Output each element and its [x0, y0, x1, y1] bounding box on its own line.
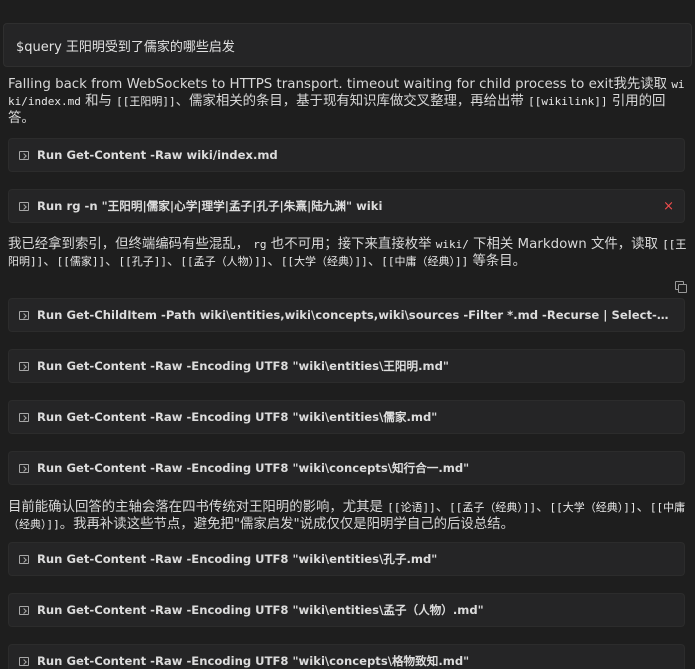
- agent-transcript: $query 王阳明受到了儒家的哪些启发 Falling back from W…: [0, 0, 695, 669]
- run-command-zhixingheyi[interactable]: Run Get-Content -Raw -Encoding UTF8 "wik…: [8, 451, 685, 485]
- run-command-gewuzhizhi[interactable]: Run Get-Content -Raw -Encoding UTF8 "wik…: [8, 644, 685, 669]
- message-text: 、: [43, 254, 57, 269]
- run-command-wangyangming[interactable]: Run Get-Content -Raw -Encoding UTF8 "wik…: [8, 349, 685, 383]
- inline-code: [[孟子（经典）]]: [449, 501, 537, 514]
- terminal-icon: [19, 605, 29, 615]
- message-text: 。我再补读这些节点，避免把"儒家启发"说成仅仅是阳明学自己的后设总结。: [59, 517, 514, 532]
- message-text: 、: [536, 500, 550, 515]
- query-message: $query 王阳明受到了儒家的哪些启发: [3, 23, 692, 67]
- message-text: 、儒家相关的条目，基于现有知识库做交叉整理，再给出带: [175, 94, 529, 109]
- command-text: Run Get-Content -Raw -Encoding UTF8 "wik…: [37, 603, 484, 617]
- terminal-icon: [19, 310, 29, 320]
- command-text: Run Get-Content -Raw -Encoding UTF8 "wik…: [37, 461, 470, 475]
- inline-code: [[大学（经典）]]: [280, 255, 368, 268]
- command-text: Run Get-Content -Raw -Encoding UTF8 "wik…: [37, 410, 438, 424]
- copy-icon[interactable]: [675, 281, 687, 293]
- terminal-icon: [19, 361, 29, 371]
- inline-code: wiki/: [435, 238, 469, 251]
- inline-code: [[大学（经典）]]: [549, 501, 637, 514]
- message-text: 、: [367, 254, 382, 269]
- message-text: 、: [167, 254, 181, 269]
- terminal-icon: [19, 656, 29, 666]
- message-text: 、: [435, 500, 450, 515]
- run-command-kongzi[interactable]: Run Get-Content -Raw -Encoding UTF8 "wik…: [8, 542, 685, 576]
- terminal-icon: [19, 412, 29, 422]
- terminal-icon: [19, 150, 29, 160]
- inline-code: [[孔子]]: [118, 255, 168, 268]
- message-text: 下相关 Markdown 文件，读取: [468, 237, 663, 252]
- inline-code: [[wikilink]]: [528, 95, 608, 108]
- message-text: 、: [267, 254, 281, 269]
- inline-code: [[孟子（人物）]]: [180, 255, 268, 268]
- close-icon[interactable]: ×: [663, 199, 674, 214]
- command-text: Run Get-Content -Raw -Encoding UTF8 "wik…: [37, 654, 470, 668]
- message-text: 、: [105, 254, 119, 269]
- command-text: Run rg -n "王阳明|儒家|心学|理学|孟子|孔子|朱熹|陆九渊" wi…: [37, 199, 383, 213]
- assistant-message-3: 目前能确认回答的主轴会落在四书传统对王阳明的影响，尤其是 [[论语]]、[[孟子…: [8, 499, 688, 533]
- inline-code: rg: [253, 238, 267, 251]
- command-text: Run Get-Content -Raw wiki/index.md: [37, 148, 278, 162]
- inline-code: [[论语]]: [387, 501, 436, 514]
- command-text: Run Get-Content -Raw -Encoding UTF8 "wik…: [37, 552, 438, 566]
- run-command-rg[interactable]: Run rg -n "王阳明|儒家|心学|理学|孟子|孔子|朱熹|陆九渊" wi…: [8, 189, 685, 223]
- message-text: 和与: [80, 94, 117, 109]
- run-command-rujia[interactable]: Run Get-Content -Raw -Encoding UTF8 "wik…: [8, 400, 685, 434]
- command-text: Run Get-ChildItem -Path wiki\entities,wi…: [37, 308, 674, 322]
- assistant-message-1: Falling back from WebSockets to HTTPS tr…: [8, 76, 688, 127]
- message-text: 目前能确认回答的主轴会落在四书传统对王阳明的影响，尤其是: [8, 500, 388, 515]
- inline-code: [[王阳明]]: [116, 95, 176, 108]
- command-text: Run Get-Content -Raw -Encoding UTF8 "wik…: [37, 359, 449, 373]
- message-text: 等条目。: [468, 254, 527, 269]
- terminal-icon: [19, 554, 29, 564]
- query-text: $query 王阳明受到了儒家的哪些启发: [16, 39, 235, 55]
- run-command-mengzi[interactable]: Run Get-Content -Raw -Encoding UTF8 "wik…: [8, 593, 685, 627]
- inline-code: [[中庸（经典）]]: [381, 255, 469, 268]
- assistant-message-2: 我已经拿到索引，但终端编码有些混乱， rg 也不可用；接下来直接枚举 wiki/…: [8, 236, 688, 270]
- message-text: 我已经拿到索引，但终端编码有些混乱，: [8, 237, 254, 252]
- run-command-childitem[interactable]: Run Get-ChildItem -Path wiki\entities,wi…: [8, 298, 685, 332]
- terminal-icon: [19, 463, 29, 473]
- message-text: Falling back from WebSockets to HTTPS tr…: [8, 77, 672, 92]
- inline-code: [[儒家]]: [56, 255, 106, 268]
- message-text: 、: [636, 500, 650, 515]
- message-text: 也不可用；接下来直接枚举: [266, 237, 436, 252]
- terminal-icon: [19, 201, 29, 211]
- run-command-index[interactable]: Run Get-Content -Raw wiki/index.md: [8, 138, 685, 172]
